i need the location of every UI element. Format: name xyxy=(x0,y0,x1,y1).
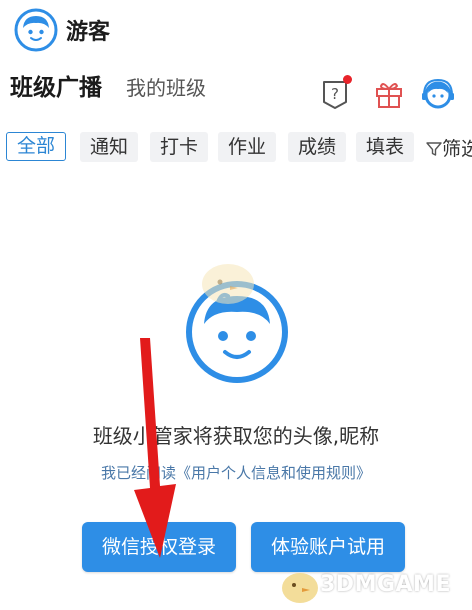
funnel-icon xyxy=(426,142,442,156)
filter-chip-grades[interactable]: 成绩 xyxy=(288,132,346,162)
tab-my-class[interactable]: 我的班级 xyxy=(126,72,206,101)
trial-account-button[interactable]: 体验账户试用 xyxy=(251,522,405,572)
filter-chip-forms[interactable]: 填表 xyxy=(356,132,414,162)
filter-chip-homework[interactable]: 作业 xyxy=(218,132,276,162)
gift-icon[interactable] xyxy=(373,78,405,110)
guest-avatar-icon[interactable] xyxy=(14,8,58,52)
red-arrow-annotation xyxy=(134,338,176,558)
tab-class-broadcast[interactable]: 班级广播 xyxy=(10,68,102,102)
filter-chip-checkin[interactable]: 打卡 xyxy=(150,132,208,162)
rules-link[interactable]: 我已经阅读《用户个人信息和使用规则》 xyxy=(0,462,472,483)
support-icon[interactable] xyxy=(420,76,456,112)
filter-chip-notice[interactable]: 通知 xyxy=(80,132,138,162)
svg-text:?: ? xyxy=(331,85,339,103)
filter-button[interactable]: 筛选 xyxy=(426,134,472,161)
auth-message: 班级小管家将获取您的头像,昵称 xyxy=(92,424,380,448)
notification-dot xyxy=(343,75,352,84)
watermark-text: 3DMGAME xyxy=(320,572,451,597)
filter-chip-all[interactable]: 全部 xyxy=(6,132,66,161)
mascot-avatar-icon xyxy=(186,264,288,383)
guest-name: 游客 xyxy=(66,20,111,45)
filter-label: 筛选 xyxy=(442,138,472,160)
